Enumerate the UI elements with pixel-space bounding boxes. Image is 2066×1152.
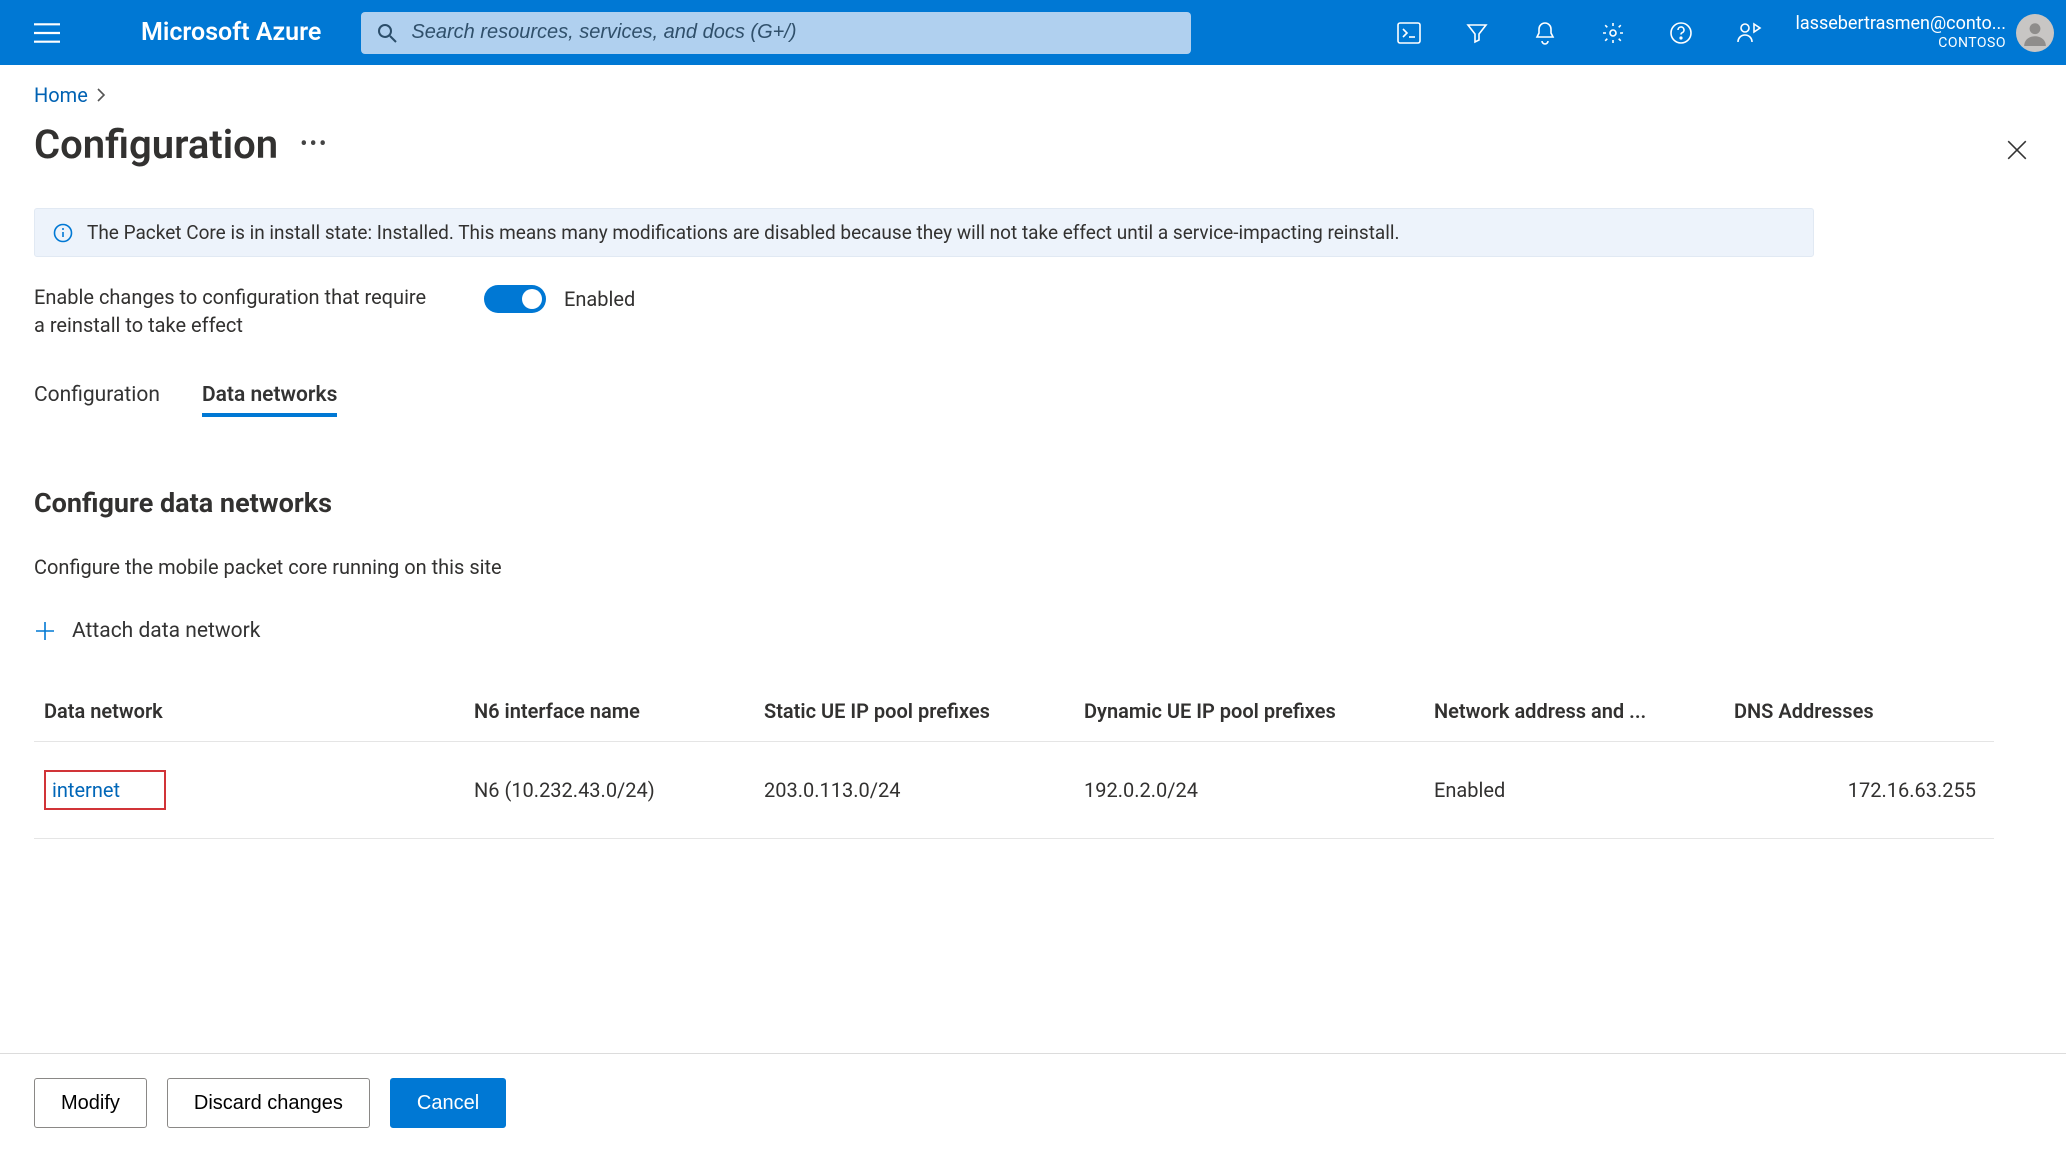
data-networks-table: Data network N6 interface name Static UE… (34, 699, 1994, 839)
cloud-shell-icon[interactable] (1380, 4, 1438, 62)
topbar: Microsoft Azure (0, 0, 2066, 65)
modify-button[interactable]: Modify (34, 1078, 147, 1128)
notifications-icon[interactable] (1516, 4, 1574, 62)
account-tenant: CONTOSO (1796, 35, 2006, 51)
enable-changes-toggle[interactable] (484, 285, 546, 313)
row-static: 203.0.113.0/24 (764, 778, 1084, 802)
cancel-button[interactable]: Cancel (390, 1078, 506, 1128)
row-dynamic: 192.0.2.0/24 (1084, 778, 1434, 802)
discard-button[interactable]: Discard changes (167, 1078, 370, 1128)
filter-icon[interactable] (1448, 4, 1506, 62)
breadcrumb: Home (34, 83, 2032, 107)
brand-label[interactable]: Microsoft Azure (141, 18, 321, 47)
search-input[interactable] (411, 21, 1175, 44)
th-nat[interactable]: Network address and ... (1434, 699, 1734, 723)
table-header: Data network N6 interface name Static UE… (34, 699, 1994, 741)
section-heading: Configure data networks (34, 487, 2032, 519)
th-dynamic[interactable]: Dynamic UE IP pool prefixes (1084, 699, 1434, 723)
toggle-state: Enabled (564, 287, 635, 311)
avatar-icon[interactable] (2016, 14, 2054, 52)
tabs: Configuration Data networks (34, 383, 2032, 417)
feedback-icon[interactable] (1720, 4, 1778, 62)
row-nat: Enabled (1434, 778, 1734, 802)
table-row: internet N6 (10.232.43.0/24) 203.0.113.0… (34, 741, 1994, 839)
th-static[interactable]: Static UE IP pool prefixes (764, 699, 1084, 723)
account-email: lassebertrasmen@conto... (1796, 14, 2006, 35)
tab-configuration[interactable]: Configuration (34, 383, 160, 417)
more-icon[interactable]: ••• (300, 132, 328, 157)
menu-icon[interactable] (18, 4, 76, 62)
th-name[interactable]: Data network (44, 699, 474, 723)
plus-icon (34, 620, 56, 642)
row-n6: N6 (10.232.43.0/24) (474, 778, 764, 802)
breadcrumb-home[interactable]: Home (34, 83, 88, 107)
section-subtext: Configure the mobile packet core running… (34, 555, 2032, 579)
account-area[interactable]: lassebertrasmen@conto... CONTOSO (1796, 14, 2054, 52)
info-text: The Packet Core is in install state: Ins… (87, 221, 1400, 244)
attach-data-network-button[interactable]: Attach data network (34, 619, 2032, 643)
th-dns[interactable]: DNS Addresses (1734, 699, 1994, 723)
tab-data-networks[interactable]: Data networks (202, 383, 337, 417)
settings-icon[interactable] (1584, 4, 1642, 62)
th-n6[interactable]: N6 interface name (474, 699, 764, 723)
search-box[interactable] (361, 12, 1191, 54)
page-title: Configuration (34, 121, 278, 168)
search-icon (377, 23, 397, 43)
attach-label: Attach data network (72, 619, 260, 643)
close-icon[interactable] (2002, 135, 2032, 165)
row-name-link[interactable]: internet (44, 770, 166, 810)
help-icon[interactable] (1652, 4, 1710, 62)
chevron-right-icon (96, 83, 106, 107)
toggle-label: Enable changes to configuration that req… (34, 283, 434, 339)
footer-bar: Modify Discard changes Cancel (0, 1053, 2066, 1152)
info-icon (53, 223, 73, 243)
info-banner: The Packet Core is in install state: Ins… (34, 208, 1814, 257)
row-dns: 172.16.63.255 (1734, 778, 1994, 802)
